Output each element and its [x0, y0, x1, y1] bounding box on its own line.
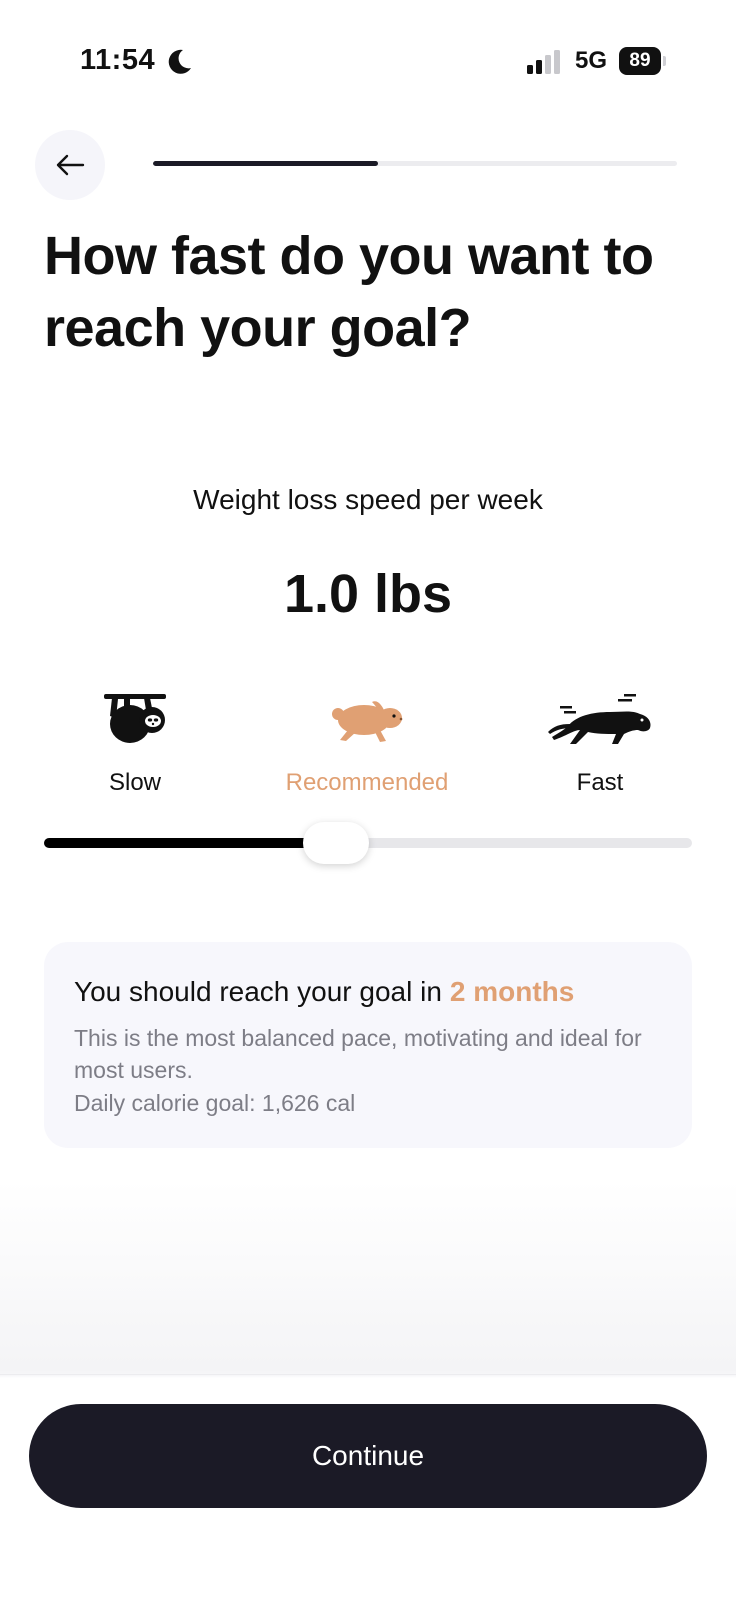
- pace-option-slow[interactable]: Slow: [35, 690, 235, 800]
- speed-label: Weight loss speed per week: [193, 484, 543, 515]
- progress-fill: [153, 161, 379, 166]
- goal-description: This is the most balanced pace, motivati…: [74, 1025, 642, 1083]
- back-button[interactable]: [35, 130, 105, 200]
- speed-value: 1.0 lbs: [283, 564, 453, 624]
- pace-label-recommended: Recommended: [285, 769, 449, 796]
- slider-thumb[interactable]: [302, 822, 369, 864]
- panther-icon: [548, 694, 651, 744]
- bottom-divider: [0, 1374, 736, 1375]
- battery-icon: 89: [619, 47, 667, 75]
- goal-info-card: You should reach your goal in 2 months Th…: [44, 942, 692, 1148]
- moon-icon: [168, 49, 191, 74]
- pace-label-slow: Slow: [108, 769, 162, 796]
- battery-level: 89: [619, 47, 661, 75]
- sloth-icon: [104, 694, 166, 743]
- goal-heading-text: You should reach your goal in: [74, 976, 442, 1007]
- pace-label-fast: Fast: [576, 769, 624, 796]
- goal-heading: You should reach your goal in 2 months: [74, 976, 674, 1008]
- daily-calorie-goal: Daily calorie goal: 1,626 cal: [74, 1090, 356, 1116]
- pace-option-recommended[interactable]: Recommended: [267, 690, 467, 800]
- pace-option-fast[interactable]: Fast: [500, 690, 700, 800]
- goal-duration: 2 months: [449, 976, 575, 1007]
- network-label: 5G: [575, 47, 608, 74]
- arrow-left-icon: [56, 154, 85, 176]
- bottom-area: [0, 1180, 736, 1600]
- battery-tip: [663, 56, 666, 66]
- slider-fill: [44, 838, 336, 848]
- continue-button[interactable]: Continue: [29, 1404, 707, 1508]
- progress-bar: [153, 161, 677, 166]
- status-time: 11:54: [80, 44, 156, 76]
- pace-slider[interactable]: [44, 818, 692, 868]
- hare-icon: [332, 701, 403, 742]
- status-bar: 11:54 5G 89: [0, 0, 736, 120]
- page-title: How fast do you want to reach your goal?: [44, 226, 654, 358]
- signal-icon: [527, 50, 560, 74]
